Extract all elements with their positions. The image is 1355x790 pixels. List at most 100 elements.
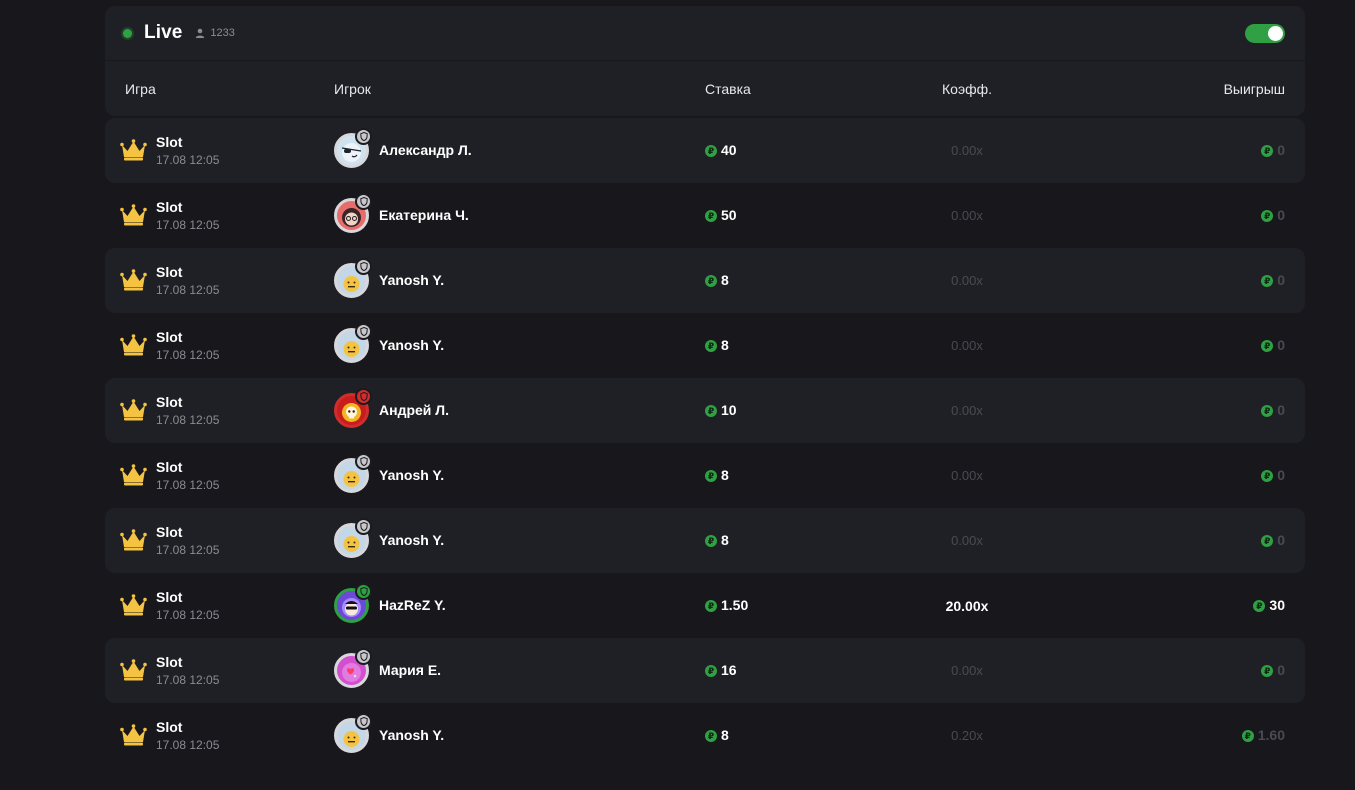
bet-value: 8 xyxy=(721,272,729,288)
player-name[interactable]: Екатерина Ч. xyxy=(379,207,469,224)
win-value: 0 xyxy=(1277,532,1285,548)
table-row[interactable]: Slot 17.08 12:05 Андрей Л. ₽10 0.00x ₽0 xyxy=(105,378,1305,443)
table-row[interactable]: Slot 17.08 12:05 Екатерина Ч. ₽50 0.00x ₽0 xyxy=(105,183,1305,248)
win-amount: ₽0 xyxy=(1261,402,1285,419)
win-amount: ₽0 xyxy=(1261,142,1285,159)
player-name[interactable]: Yanosh Y. xyxy=(379,337,444,354)
bet-amount: ₽8 xyxy=(705,337,729,354)
ruble-coin-icon: ₽ xyxy=(1261,210,1274,223)
live-title: Live xyxy=(144,22,183,43)
game-time: 17.08 12:05 xyxy=(156,413,220,427)
crown-icon xyxy=(120,269,147,291)
game-time: 17.08 12:05 xyxy=(156,543,220,557)
live-toggle[interactable] xyxy=(1245,24,1285,43)
rank-shield-icon xyxy=(355,258,372,275)
avatar-image-icon xyxy=(342,663,361,682)
ruble-coin-icon: ₽ xyxy=(705,210,717,223)
bets-list: Slot 17.08 12:05 Александр Л. ₽40 0.00x ₽0 Slo… xyxy=(105,118,1305,768)
coefficient: 0.00x xyxy=(951,468,983,483)
coefficient: 0.00x xyxy=(951,338,983,353)
coefficient: 0.00x xyxy=(951,208,983,223)
game-time: 17.08 12:05 xyxy=(156,153,220,167)
player-name[interactable]: Мария Е. xyxy=(379,662,441,679)
win-amount: ₽30 xyxy=(1253,597,1285,614)
column-coef: Коэфф. xyxy=(942,81,993,97)
coefficient: 0.00x xyxy=(951,273,983,288)
ruble-coin-icon: ₽ xyxy=(705,600,717,613)
live-title-bar: Live 1233 xyxy=(105,6,1305,61)
win-value: 1.60 xyxy=(1257,727,1285,743)
bet-amount: ₽50 xyxy=(705,207,737,224)
game-name[interactable]: Slot xyxy=(156,589,182,606)
bet-value: 10 xyxy=(721,402,737,418)
live-indicator-icon xyxy=(123,28,132,38)
column-player: Игрок xyxy=(334,81,371,97)
game-name[interactable]: Slot xyxy=(156,719,182,736)
ruble-coin-icon: ₽ xyxy=(1261,470,1274,483)
rank-shield-icon xyxy=(355,388,372,405)
rank-shield-icon xyxy=(355,518,372,535)
player-name[interactable]: Андрей Л. xyxy=(379,402,449,419)
player-name[interactable]: Yanosh Y. xyxy=(379,727,444,744)
coefficient: 0.20x xyxy=(951,728,983,743)
win-amount: ₽0 xyxy=(1261,532,1285,549)
coefficient: 0.00x xyxy=(951,403,983,418)
rank-shield-icon xyxy=(355,648,372,665)
ruble-coin-icon: ₽ xyxy=(705,730,717,743)
ruble-coin-icon: ₽ xyxy=(705,145,717,158)
avatar-image-icon xyxy=(342,403,361,422)
player-name[interactable]: Yanosh Y. xyxy=(379,467,444,484)
game-time: 17.08 12:05 xyxy=(156,218,220,232)
game-name[interactable]: Slot xyxy=(156,654,182,671)
game-name[interactable]: Slot xyxy=(156,329,182,346)
bet-value: 50 xyxy=(721,207,737,223)
table-row[interactable]: Slot 17.08 12:05 Александр Л. ₽40 0.00x ₽0 xyxy=(105,118,1305,183)
table-row[interactable]: Slot 17.08 12:05 Yanosh Y. ₽8 0.00x ₽0 xyxy=(105,313,1305,378)
game-time: 17.08 12:05 xyxy=(156,348,220,362)
table-row[interactable]: Slot 17.08 12:05 Мария Е. ₽16 0.00x ₽0 xyxy=(105,638,1305,703)
live-header: Live 1233 Игра Игрок Ставка Коэфф. Выигр… xyxy=(105,6,1305,116)
ruble-coin-icon: ₽ xyxy=(1261,665,1274,678)
table-row[interactable]: Slot 17.08 12:05 HazReZ Y. ₽1.50 20.00x ₽30 xyxy=(105,573,1305,638)
bet-value: 16 xyxy=(721,662,737,678)
live-bets-panel: Live 1233 Игра Игрок Ставка Коэфф. Выигр… xyxy=(105,6,1305,768)
rank-shield-icon xyxy=(355,583,372,600)
bet-value: 8 xyxy=(721,337,729,353)
table-row[interactable]: Slot 17.08 12:05 Yanosh Y. ₽8 0.20x ₽1.60 xyxy=(105,703,1305,768)
ruble-coin-icon: ₽ xyxy=(705,470,717,483)
column-game: Игра xyxy=(125,81,156,97)
player-name[interactable]: Yanosh Y. xyxy=(379,532,444,549)
player-name[interactable]: Yanosh Y. xyxy=(379,272,444,289)
game-time: 17.08 12:05 xyxy=(156,608,220,622)
game-name[interactable]: Slot xyxy=(156,524,182,541)
avatar-image-icon xyxy=(343,341,360,357)
crown-icon xyxy=(120,724,147,746)
table-row[interactable]: Slot 17.08 12:05 Yanosh Y. ₽8 0.00x ₽0 xyxy=(105,248,1305,313)
win-amount: ₽0 xyxy=(1261,662,1285,679)
ruble-coin-icon: ₽ xyxy=(705,405,717,418)
table-row[interactable]: Slot 17.08 12:05 Yanosh Y. ₽8 0.00x ₽0 xyxy=(105,443,1305,508)
bet-value: 40 xyxy=(721,142,737,158)
win-value: 0 xyxy=(1277,207,1285,223)
ruble-coin-icon: ₽ xyxy=(1261,535,1274,548)
column-bet: Ставка xyxy=(705,81,751,97)
crown-icon xyxy=(120,334,147,356)
game-name[interactable]: Slot xyxy=(156,459,182,476)
game-name[interactable]: Slot xyxy=(156,264,182,281)
game-name[interactable]: Slot xyxy=(156,134,182,151)
player-name[interactable]: Александр Л. xyxy=(379,142,472,159)
online-counter: 1233 xyxy=(195,27,235,39)
coefficient: 20.00x xyxy=(945,598,989,614)
bet-amount: ₽16 xyxy=(705,662,737,679)
bet-value: 8 xyxy=(721,532,729,548)
ruble-coin-icon: ₽ xyxy=(1261,275,1274,288)
table-row[interactable]: Slot 17.08 12:05 Yanosh Y. ₽8 0.00x ₽0 xyxy=(105,508,1305,573)
player-name[interactable]: HazReZ Y. xyxy=(379,597,446,614)
crown-icon xyxy=(120,204,147,226)
crown-icon xyxy=(120,529,147,551)
crown-icon xyxy=(120,464,147,486)
game-name[interactable]: Slot xyxy=(156,199,182,216)
game-name[interactable]: Slot xyxy=(156,394,182,411)
game-time: 17.08 12:05 xyxy=(156,673,220,687)
coefficient: 0.00x xyxy=(951,533,983,548)
